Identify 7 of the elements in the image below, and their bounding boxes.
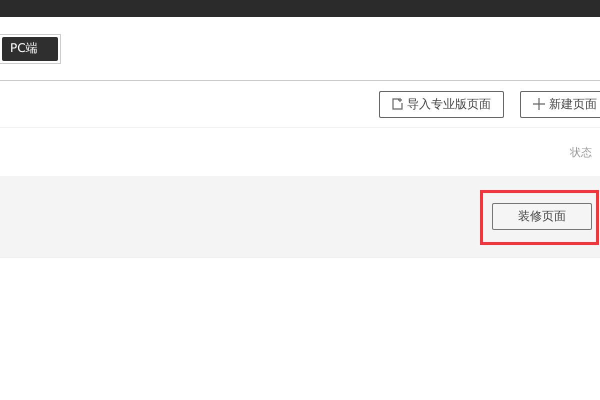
new-page-button[interactable]: 新建页面 bbox=[520, 90, 600, 118]
import-icon bbox=[392, 98, 403, 110]
plus-icon bbox=[533, 98, 545, 110]
column-header: 状态 bbox=[570, 144, 592, 160]
import-button[interactable]: 导入专业版页面 bbox=[379, 90, 504, 118]
decorate-page-button[interactable]: 装修页面 bbox=[492, 203, 592, 230]
platform-tab[interactable]: PC端 bbox=[2, 36, 58, 60]
